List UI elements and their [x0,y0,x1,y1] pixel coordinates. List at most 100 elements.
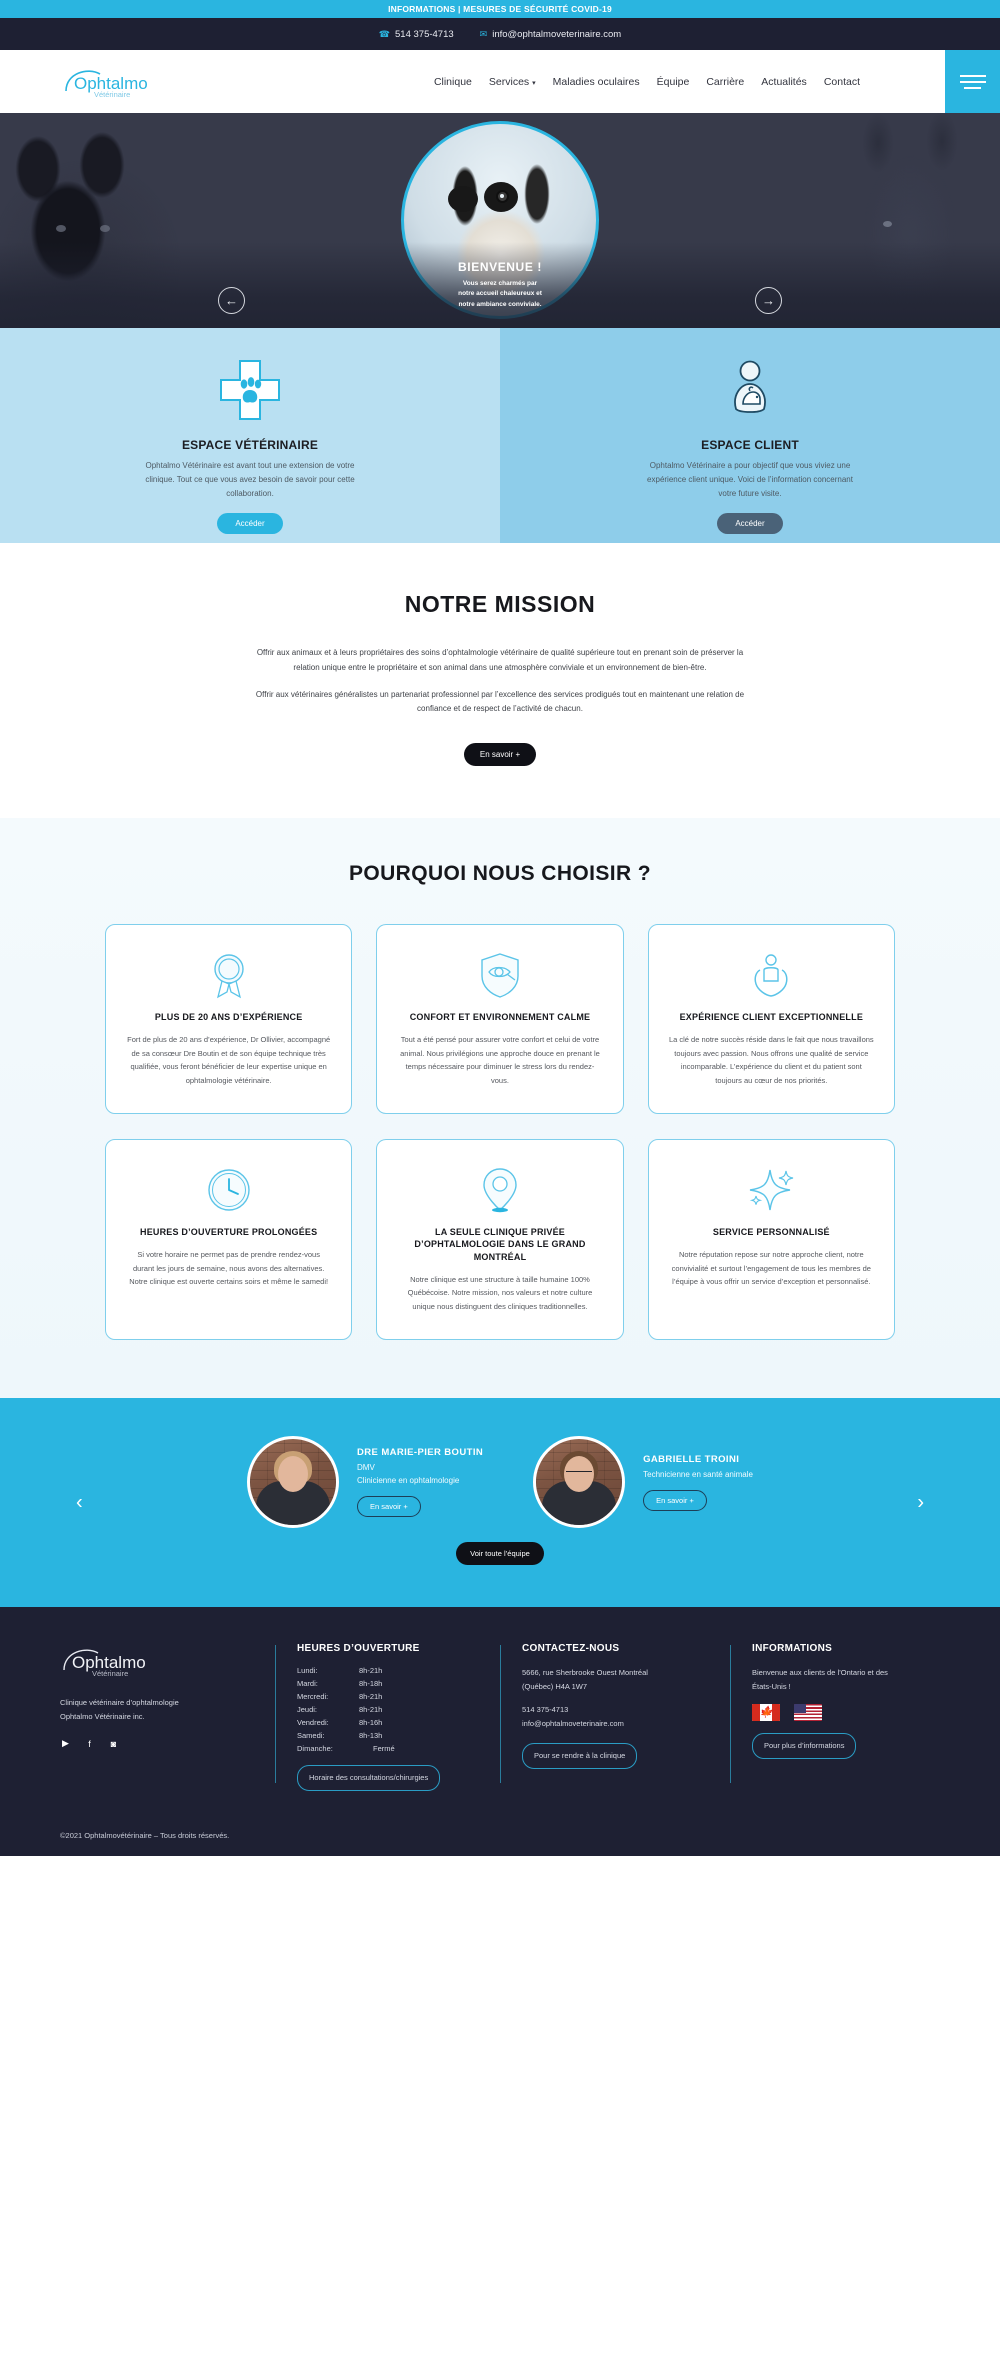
hero-prev-arrow-icon[interactable]: ← [218,286,245,314]
why-card-title: HEURES D’OUVERTURE PROLONGÉES [140,1227,318,1238]
chevron-down-icon: ▾ [532,79,536,87]
mission-learn-more-button[interactable]: En savoir + [463,743,537,767]
team-member-name: GABRIELLE TROINI [643,1453,740,1465]
footer-description-line2: Ophtalmo Vétérinaire inc. [60,1712,145,1722]
hero-next-arrow-icon[interactable]: → [755,286,782,314]
directions-button[interactable]: Pour se rendre à la clinique [522,1742,638,1769]
youtube-icon[interactable]: ▶ [60,1738,71,1749]
nav-item-maladies-oculaires[interactable]: Maladies oculaires [553,76,640,88]
usa-flag-icon [794,1704,822,1721]
why-card-body: Notre réputation repose sur notre approc… [671,1250,871,1287]
team-carousel-section: ‹ › DRE MARIE-PIER BOUTIN DMV Clinicienn… [0,1398,1000,1608]
nav-item-actualites[interactable]: Actualités [761,76,807,88]
why-card-body: La clé de notre succès réside dans le fa… [668,1035,874,1085]
why-card-hours: HEURES D’OUVERTURE PROLONGÉES Si votre h… [105,1139,353,1341]
footer-contact-title: CONTACTEZ-NOUS [522,1643,620,1655]
phone-link[interactable]: ☎ 514 375-4713 [379,29,454,40]
footer-informations-line1: Bienvenue aux clients de l’Ontario et de… [752,1668,888,1678]
footer-phone[interactable]: 514 375-4713 [522,1703,708,1717]
map-pin-icon [478,1162,522,1218]
nav-item-equipe[interactable]: Équipe [657,76,690,88]
espace-client-body: Ophtalmo Vétérinaire a pour objectif que… [647,461,853,498]
footer-social-links: ▶ f ◙ [60,1738,253,1749]
avatar-head [278,1456,309,1493]
nav-item-clinique[interactable]: Clinique [434,76,472,88]
mission-paragraph-2: Offrir aux vétérinaires généralistes un … [255,689,745,714]
team-member-learn-more-button[interactable]: En savoir + [357,1496,421,1518]
footer-address-line2: (Québec) H4A 1W7 [522,1682,588,1692]
why-card-client-experience: EXPÉRIENCE CLIENT EXCEPTIONNELLE La clé … [647,924,895,1115]
espace-client-panel[interactable]: ESPACE CLIENT Ophtalmo Vétérinaire a pou… [500,328,1000,543]
rabbit-spot-left [448,186,478,212]
hero-carousel: BIENVENUE ! Vous serez charmés par notre… [0,113,1000,328]
more-informations-button[interactable]: Pour plus d’informations [752,1733,857,1759]
mission-paragraph-1: Offrir aux animaux et à leurs propriétai… [256,648,744,672]
envelope-icon: ✉ [479,28,488,39]
logo-mark-icon: Ophtalmo Vétérinaire [62,65,172,99]
clock-icon [205,1162,253,1218]
instagram-icon[interactable]: ◙ [108,1738,119,1749]
why-card-body: Notre clinique est une structure à taill… [407,1274,593,1311]
main-navigation: Clinique Services ▾ Maladies oculaires Éq… [434,76,860,88]
rabbit-eye [496,190,509,203]
nav-item-carriere[interactable]: Carrière [706,76,744,88]
opening-hours-list: Lundi: 8h-21h Mardi: 8h-18h Mercredi: 8h-21… [297,1666,478,1753]
team-member-role: Technicienne en santé animale [643,1469,753,1479]
team-member-card: DRE MARIE-PIER BOUTIN DMV Clinicienne en… [247,1436,483,1529]
espace-veterinaire-title: ESPACE VÉTÉRINAIRE [181,438,319,452]
contact-bar: ☎ 514 375-4713 ✉ info@ophtalmoveterinair… [0,18,1000,50]
nav-item-services[interactable]: Services ▾ [489,76,536,88]
view-all-team-button[interactable]: Voir toute l’équipe [456,1542,544,1566]
team-prev-arrow-icon[interactable]: ‹ [76,1491,83,1514]
team-next-arrow-icon[interactable]: › [917,1491,924,1514]
hamburger-menu-icon[interactable] [945,50,1000,113]
covid-banner-text: INFORMATIONS | MESURES DE SÉCURITÉ COVID… [388,4,612,14]
why-title: POURQUOI NOUS CHOISIR ? [348,862,652,886]
footer-informations-line2: États-Unis ! [752,1682,791,1692]
site-header: Ophtalmo Vétérinaire Clinique Services ▾ … [0,50,1000,113]
hero-subtitle-line2: notre accueil chaleureux et [458,290,542,298]
phone-number: 514 375-4713 [395,28,454,40]
footer-description-line1: Clinique vétérinaire d’ophtalmologie [60,1698,179,1708]
why-card-title: SERVICE PERSONNALISÉ [712,1227,830,1238]
consultations-schedule-button[interactable]: Horaire des consultations/chirurgies [297,1765,441,1792]
avatar [533,1436,626,1529]
espace-veterinaire-body: Ophtalmo Vétérinaire est avant tout une … [145,461,355,498]
email-address: info@ophtalmoveterinaire.com [492,28,622,40]
espace-veterinaire-panel[interactable]: ESPACE VÉTÉRINAIRE Ophtalmo Vétérinaire … [0,328,500,543]
espace-client-button[interactable]: Accéder [717,513,783,534]
nav-item-contact[interactable]: Contact [824,76,860,88]
why-card-only-clinic: LA SEULE CLINIQUE PRIVÉE D’OPHTALMOLOGIE… [376,1139,624,1341]
footer-logo[interactable]: Ophtalmo Vétérinaire [60,1643,253,1684]
why-card-title: CONFORT ET ENVIRONNEMENT CALME [409,1012,591,1023]
team-member-role: Clinicienne en ophtalmologie [357,1476,460,1486]
espace-veterinaire-button[interactable]: Accéder [217,513,283,534]
why-choose-us-section: POURQUOI NOUS CHOISIR ? PLUS DE 20 ANS D… [0,818,1000,1399]
why-card-title: EXPÉRIENCE CLIENT EXCEPTIONNELLE [679,1012,864,1023]
award-ribbon-icon [206,947,252,1003]
why-card-body: Si votre horaire ne permet pas de prendr… [129,1250,329,1287]
covid-info-banner[interactable]: INFORMATIONS | MESURES DE SÉCURITÉ COVID… [0,0,1000,18]
facebook-icon[interactable]: f [84,1738,95,1749]
team-member-learn-more-button[interactable]: En savoir + [643,1489,707,1511]
hours-row: Mardi: 8h-18h [297,1679,383,1689]
footer-brand-column: Ophtalmo Vétérinaire Clinique vétérinair… [60,1643,275,1791]
hands-person-icon [747,947,795,1003]
team-member-credential: DMV [357,1463,375,1473]
footer-hours-column: HEURES D’OUVERTURE Lundi: 8h-21h Mardi: 8h… [275,1643,500,1792]
hours-row: Samedi: 8h-13h [297,1731,383,1741]
site-footer: Ophtalmo Vétérinaire Clinique vétérinair… [0,1607,1000,1857]
shield-eye-icon [477,947,523,1003]
site-logo[interactable]: Ophtalmo Vétérinaire [62,65,172,99]
hero-subtitle-line1: Vous serez charmés par [462,279,538,287]
why-card-body: Fort de plus de 20 ans d’expérience, Dr … [127,1035,331,1085]
hours-row: Dimanche: Fermé [297,1744,395,1754]
phone-icon: ☎ [378,28,391,39]
footer-flags: 🍁 [752,1704,918,1721]
email-link[interactable]: ✉ info@ophtalmoveterinaire.com [480,29,622,40]
footer-contact-column: CONTACTEZ-NOUS 5666, rue Sherbrooke Oues… [500,1643,730,1791]
person-holding-dog-icon [717,352,783,428]
dual-entry-section: ESPACE VÉTÉRINAIRE Ophtalmo Vétérinaire … [0,328,1000,543]
footer-email[interactable]: info@ophtalmoveterinaire.com [522,1717,708,1731]
